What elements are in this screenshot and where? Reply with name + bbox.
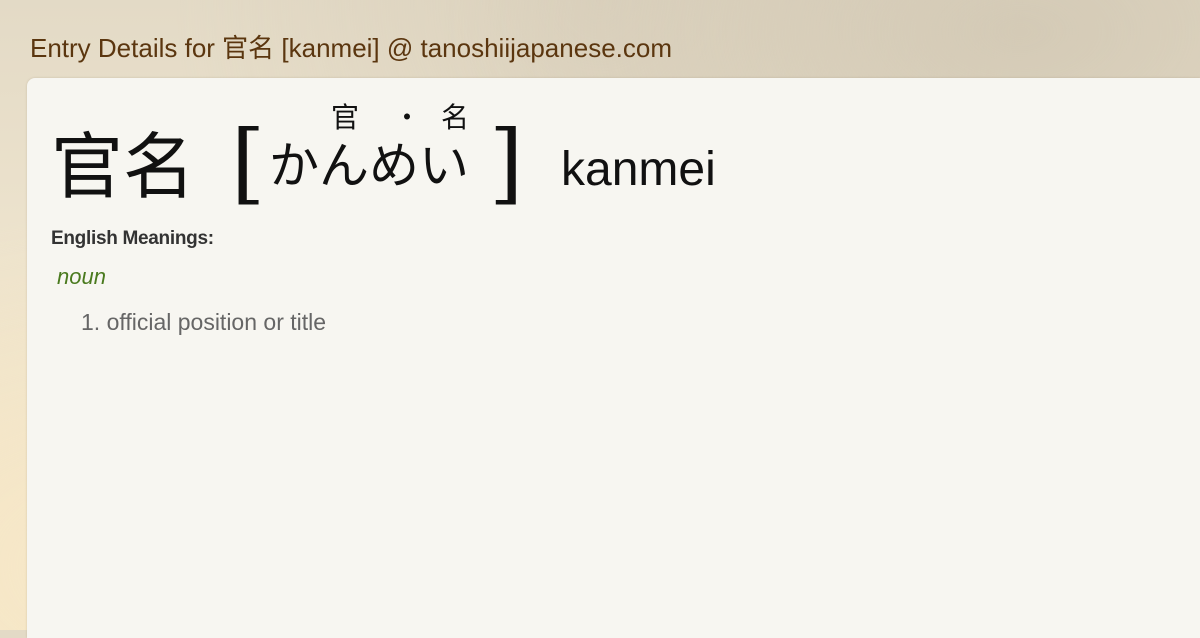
kanji-word: 官名 [51, 125, 196, 209]
reading-bracket-open: [ [231, 111, 266, 214]
meanings-list: 1. official position or title [81, 307, 326, 337]
furigana-kanji-2: 名 [441, 101, 470, 134]
entry-header: 官名 [ 官 ・ 名 かんめい ] kanmei [51, 98, 1151, 218]
romaji-reading: kanmei [561, 143, 716, 196]
entry-card: 官名 [ 官 ・ 名 かんめい ] kanmei English Meaning… [27, 78, 1200, 638]
furigana-separator: ・ [393, 101, 422, 134]
meaning-item: 1. official position or title [81, 309, 327, 335]
furigana-kanji-1: 官 [331, 101, 360, 134]
page-title: Entry Details for 官名 [kanmei] @ tanoshii… [30, 33, 672, 63]
meanings-heading: English Meanings: [51, 228, 214, 249]
part-of-speech: noun [57, 264, 106, 289]
kana-reading: かんめい [269, 137, 469, 195]
furigana-reading: 官 ・ 名 かんめい [269, 98, 489, 218]
reading-bracket-close: ] [489, 111, 524, 214]
